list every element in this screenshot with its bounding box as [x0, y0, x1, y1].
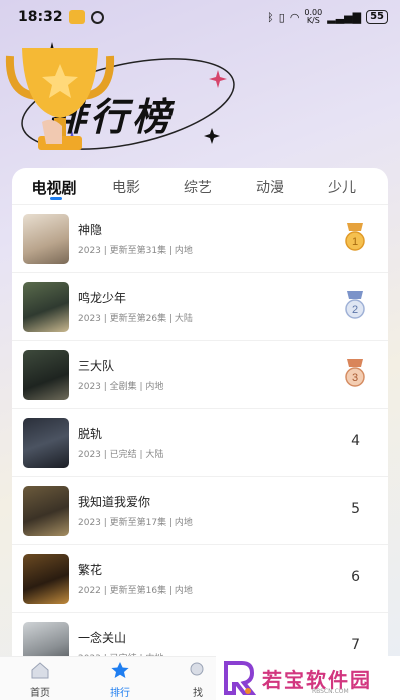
poster-image [23, 350, 69, 400]
signal-icon: ▂▃▅▇ [327, 10, 362, 24]
medal-rank: 1 [352, 236, 358, 248]
list-item[interactable]: 三大队 2023 | 全剧集 | 内地 3 [12, 340, 388, 408]
poster-image [23, 214, 69, 264]
ranking-list: 神隐 2023 | 更新至第31集 | 内地 1 鸣龙少年 2023 | 更新至… [12, 204, 388, 680]
item-title: 我知道我爱你 [78, 495, 151, 509]
trophy-icon [5, 48, 115, 150]
nav-search[interactable]: 找 [178, 661, 218, 699]
status-time: 18:32 [18, 9, 63, 25]
item-meta: 2023 | 更新至第17集 | 内地 [78, 518, 193, 528]
tab-variety[interactable]: 综艺 [162, 177, 234, 197]
rank-number: 4 [351, 433, 360, 449]
list-item[interactable]: 鸣龙少年 2023 | 更新至第26集 | 大陆 2 [12, 272, 388, 340]
battery-indicator: 55 [366, 10, 388, 24]
hero-banner: 排行榜 [0, 34, 400, 174]
tab-movie[interactable]: 电影 [90, 177, 162, 197]
poster-image [23, 418, 69, 468]
item-meta: 2023 | 已完结 | 大陆 [78, 450, 164, 460]
poster-image [23, 486, 69, 536]
category-tabs: 电视剧 电影 综艺 动漫 少儿 [12, 168, 388, 206]
item-title: 一念关山 [78, 631, 127, 645]
list-item[interactable]: 神隐 2023 | 更新至第31集 | 内地 1 [12, 204, 388, 272]
nav-ranking[interactable]: 排行 [100, 661, 140, 699]
sparkle-icon [204, 128, 220, 144]
home-icon [31, 662, 49, 679]
item-meta: 2023 | 更新至第26集 | 大陆 [78, 314, 193, 324]
poster-image [23, 554, 69, 604]
item-meta: 2022 | 更新至第16集 | 内地 [78, 586, 193, 596]
item-title: 繁花 [78, 563, 103, 577]
nav-label: 排行 [110, 688, 130, 699]
tab-tv-series[interactable]: 电视剧 [18, 177, 90, 198]
item-title: 脱轨 [78, 427, 103, 441]
gold-medal-icon: 1 [345, 223, 365, 251]
list-item[interactable]: 我知道我爱你 2023 | 更新至第17集 | 内地 5 [12, 476, 388, 544]
wifi-icon: ◠ [289, 10, 300, 24]
watermark-subtext: RBSCN.COM [312, 688, 349, 695]
vibrate-icon: ▯ [278, 10, 285, 24]
star-icon [111, 662, 129, 678]
item-meta: 2023 | 全剧集 | 内地 [78, 382, 164, 392]
ranking-panel: 电视剧 电影 综艺 动漫 少儿 神隐 2023 | 更新至第31集 | 内地 1… [12, 168, 388, 700]
bronze-medal-icon: 3 [345, 359, 365, 387]
bluetooth-icon: ᛒ [267, 10, 274, 24]
medal-rank: 2 [352, 304, 358, 316]
silver-medal-icon: 2 [345, 291, 365, 319]
item-meta: 2023 | 更新至第31集 | 内地 [78, 246, 193, 256]
tab-kids[interactable]: 少儿 [306, 177, 378, 197]
list-item[interactable]: 脱轨 2023 | 已完结 | 大陆 4 [12, 408, 388, 476]
item-title: 神隐 [78, 223, 103, 237]
poster-image [23, 282, 69, 332]
watermark: 若宝软件园 RBSCN.COM [216, 656, 400, 700]
item-title: 鸣龙少年 [78, 291, 127, 305]
nav-home[interactable]: 首页 [20, 661, 60, 699]
item-title: 三大队 [78, 359, 115, 373]
watermark-logo [224, 661, 257, 695]
status-bar: 18:32 ᛒ ▯ ◠ 0.00 K/S ▂▃▅▇ 55 [0, 0, 400, 34]
alarm-icon [90, 10, 104, 24]
sparkle-icon [209, 70, 227, 88]
medal-rank: 3 [352, 372, 358, 384]
rank-number: 5 [351, 501, 360, 517]
search-icon [190, 662, 204, 676]
nav-label: 首页 [30, 688, 50, 699]
rank-number: 7 [351, 637, 360, 653]
list-item[interactable]: 繁花 2022 | 更新至第16集 | 内地 6 [12, 544, 388, 612]
active-tab-indicator [50, 197, 62, 200]
tab-anime[interactable]: 动漫 [234, 177, 306, 197]
rank-number: 6 [351, 569, 360, 585]
notification-icon [68, 10, 85, 24]
nav-label: 找 [193, 688, 203, 699]
network-speed: 0.00 K/S [304, 8, 323, 25]
